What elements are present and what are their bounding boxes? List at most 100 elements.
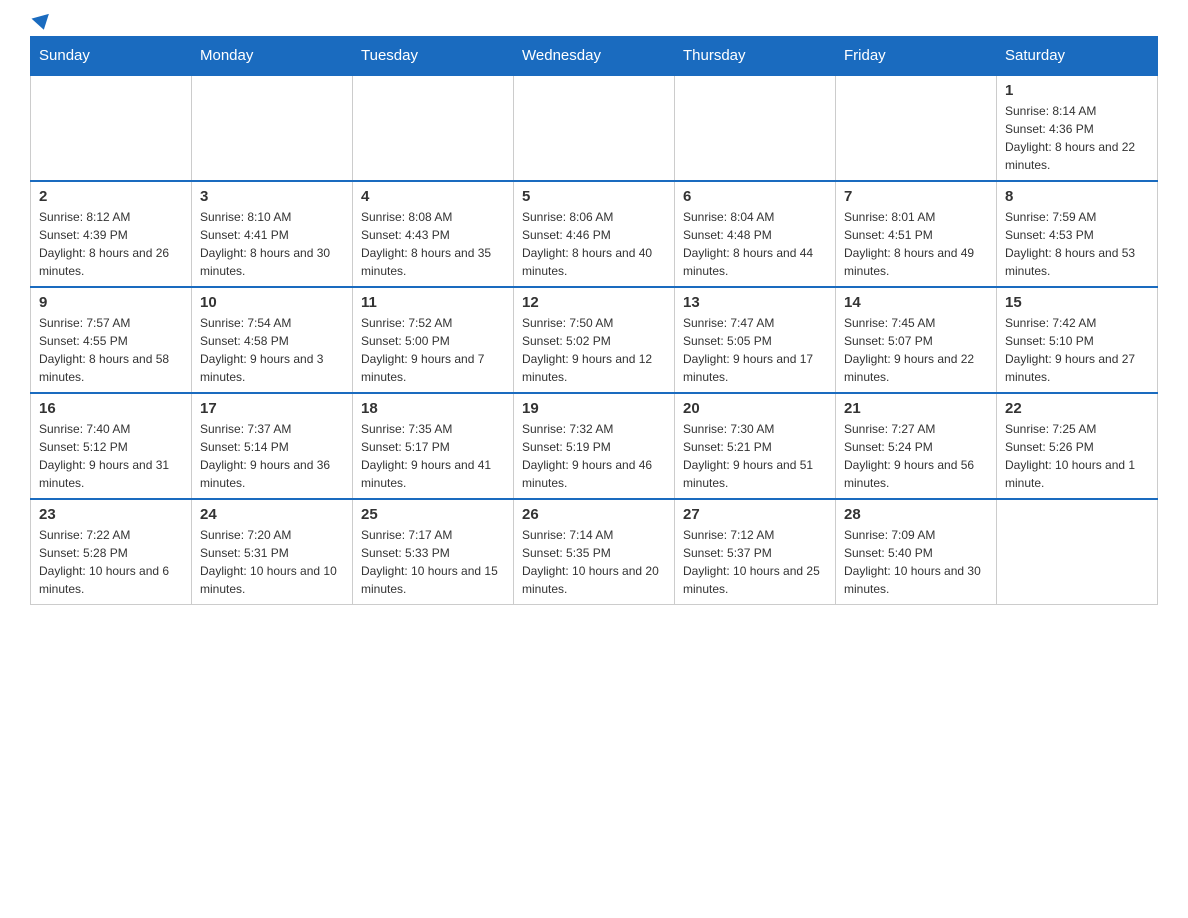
- day-info: Sunrise: 7:27 AMSunset: 5:24 PMDaylight:…: [844, 420, 988, 492]
- day-number: 18: [361, 400, 505, 417]
- day-info: Sunrise: 7:25 AMSunset: 5:26 PMDaylight:…: [1005, 420, 1149, 492]
- day-number: 14: [844, 294, 988, 311]
- day-number: 6: [683, 188, 827, 205]
- day-info: Sunrise: 7:17 AMSunset: 5:33 PMDaylight:…: [361, 526, 505, 598]
- calendar-cell: 1 Sunrise: 8:14 AMSunset: 4:36 PMDaylight…: [997, 75, 1158, 181]
- calendar-cell: 13 Sunrise: 7:47 AMSunset: 5:05 PMDayligh…: [675, 287, 836, 393]
- calendar-cell: 26Sunrise: 7:14 AMSunset: 5:35 PMDayligh…: [514, 499, 675, 605]
- day-info: Sunrise: 8:06 AMSunset: 4:46 PMDaylight:…: [522, 208, 666, 280]
- day-number: 11: [361, 294, 505, 311]
- day-info: Sunrise: 7:09 AMSunset: 5:40 PMDaylight:…: [844, 526, 988, 598]
- day-number: 5: [522, 188, 666, 205]
- day-info: Sunrise: 8:04 AMSunset: 4:48 PMDaylight:…: [683, 208, 827, 280]
- calendar-cell: 9 Sunrise: 7:57 AMSunset: 4:55 PMDaylight…: [31, 287, 192, 393]
- day-info: Sunrise: 7:40 AMSunset: 5:12 PMDaylight:…: [39, 420, 183, 492]
- calendar-cell: 11 Sunrise: 7:52 AMSunset: 5:00 PMDayligh…: [353, 287, 514, 393]
- day-info: Sunrise: 8:08 AMSunset: 4:43 PMDaylight:…: [361, 208, 505, 280]
- day-number: 15: [1005, 294, 1149, 311]
- logo-triangle-icon: [31, 14, 52, 32]
- day-info: Sunrise: 7:37 AMSunset: 5:14 PMDaylight:…: [200, 420, 344, 492]
- day-info: Sunrise: 8:01 AMSunset: 4:51 PMDaylight:…: [844, 208, 988, 280]
- day-number: 25: [361, 506, 505, 523]
- calendar-cell: 23 Sunrise: 7:22 AMSunset: 5:28 PMDayligh…: [31, 499, 192, 605]
- calendar-cell: 8 Sunrise: 7:59 AMSunset: 4:53 PMDaylight…: [997, 181, 1158, 287]
- day-number: 12: [522, 294, 666, 311]
- calendar-cell: 14 Sunrise: 7:45 AMSunset: 5:07 PMDayligh…: [836, 287, 997, 393]
- calendar-table: SundayMondayTuesdayWednesdayThursdayFrid…: [30, 36, 1158, 605]
- day-info: Sunrise: 7:59 AMSunset: 4:53 PMDaylight:…: [1005, 208, 1149, 280]
- calendar-cell: 3 Sunrise: 8:10 AMSunset: 4:41 PMDaylight…: [192, 181, 353, 287]
- day-number: 2: [39, 188, 183, 205]
- calendar-cell: 28Sunrise: 7:09 AMSunset: 5:40 PMDayligh…: [836, 499, 997, 605]
- header-sunday: Sunday: [31, 37, 192, 76]
- day-info: Sunrise: 7:35 AMSunset: 5:17 PMDaylight:…: [361, 420, 505, 492]
- calendar-cell: 12 Sunrise: 7:50 AMSunset: 5:02 PMDayligh…: [514, 287, 675, 393]
- calendar-cell: 19 Sunrise: 7:32 AMSunset: 5:19 PMDayligh…: [514, 393, 675, 499]
- day-number: 26: [522, 506, 666, 523]
- day-info: Sunrise: 7:42 AMSunset: 5:10 PMDaylight:…: [1005, 314, 1149, 386]
- day-info: Sunrise: 7:50 AMSunset: 5:02 PMDaylight:…: [522, 314, 666, 386]
- calendar-cell: 22 Sunrise: 7:25 AMSunset: 5:26 PMDayligh…: [997, 393, 1158, 499]
- day-number: 22: [1005, 400, 1149, 417]
- day-info: Sunrise: 7:12 AMSunset: 5:37 PMDaylight:…: [683, 526, 827, 598]
- day-number: 19: [522, 400, 666, 417]
- calendar-cell: [997, 499, 1158, 605]
- logo: [30, 20, 51, 26]
- calendar-cell: 21 Sunrise: 7:27 AMSunset: 5:24 PMDayligh…: [836, 393, 997, 499]
- calendar-cell: 25 Sunrise: 7:17 AMSunset: 5:33 PMDayligh…: [353, 499, 514, 605]
- calendar-cell: 6 Sunrise: 8:04 AMSunset: 4:48 PMDaylight…: [675, 181, 836, 287]
- day-number: 16: [39, 400, 183, 417]
- calendar-week-row: 2 Sunrise: 8:12 AMSunset: 4:39 PMDaylight…: [31, 181, 1158, 287]
- day-number: 13: [683, 294, 827, 311]
- calendar-header-row: SundayMondayTuesdayWednesdayThursdayFrid…: [31, 37, 1158, 76]
- day-info: Sunrise: 7:52 AMSunset: 5:00 PMDaylight:…: [361, 314, 505, 386]
- calendar-week-row: 23 Sunrise: 7:22 AMSunset: 5:28 PMDayligh…: [31, 499, 1158, 605]
- day-info: Sunrise: 7:30 AMSunset: 5:21 PMDaylight:…: [683, 420, 827, 492]
- day-number: 1: [1005, 82, 1149, 99]
- day-info: Sunrise: 7:22 AMSunset: 5:28 PMDaylight:…: [39, 526, 183, 598]
- header-saturday: Saturday: [997, 37, 1158, 76]
- calendar-cell: [353, 75, 514, 181]
- header-wednesday: Wednesday: [514, 37, 675, 76]
- day-number: 8: [1005, 188, 1149, 205]
- calendar-cell: [675, 75, 836, 181]
- day-info: Sunrise: 7:47 AMSunset: 5:05 PMDaylight:…: [683, 314, 827, 386]
- day-number: 17: [200, 400, 344, 417]
- calendar-cell: [836, 75, 997, 181]
- day-number: 7: [844, 188, 988, 205]
- day-number: 10: [200, 294, 344, 311]
- day-number: 4: [361, 188, 505, 205]
- day-number: 27: [683, 506, 827, 523]
- day-info: Sunrise: 8:10 AMSunset: 4:41 PMDaylight:…: [200, 208, 344, 280]
- day-number: 20: [683, 400, 827, 417]
- day-info: Sunrise: 8:12 AMSunset: 4:39 PMDaylight:…: [39, 208, 183, 280]
- day-number: 23: [39, 506, 183, 523]
- day-number: 21: [844, 400, 988, 417]
- calendar-cell: [192, 75, 353, 181]
- calendar-cell: 16 Sunrise: 7:40 AMSunset: 5:12 PMDayligh…: [31, 393, 192, 499]
- calendar-cell: 10Sunrise: 7:54 AMSunset: 4:58 PMDayligh…: [192, 287, 353, 393]
- day-number: 3: [200, 188, 344, 205]
- header-friday: Friday: [836, 37, 997, 76]
- calendar-cell: 4 Sunrise: 8:08 AMSunset: 4:43 PMDaylight…: [353, 181, 514, 287]
- calendar-cell: [514, 75, 675, 181]
- calendar-cell: 18 Sunrise: 7:35 AMSunset: 5:17 PMDayligh…: [353, 393, 514, 499]
- day-info: Sunrise: 7:32 AMSunset: 5:19 PMDaylight:…: [522, 420, 666, 492]
- calendar-cell: [31, 75, 192, 181]
- day-number: 24: [200, 506, 344, 523]
- calendar-cell: 24 Sunrise: 7:20 AMSunset: 5:31 PMDayligh…: [192, 499, 353, 605]
- calendar-cell: 15 Sunrise: 7:42 AMSunset: 5:10 PMDayligh…: [997, 287, 1158, 393]
- header-tuesday: Tuesday: [353, 37, 514, 76]
- calendar-cell: 20 Sunrise: 7:30 AMSunset: 5:21 PMDayligh…: [675, 393, 836, 499]
- calendar-cell: 5 Sunrise: 8:06 AMSunset: 4:46 PMDaylight…: [514, 181, 675, 287]
- day-info: Sunrise: 7:57 AMSunset: 4:55 PMDaylight:…: [39, 314, 183, 386]
- day-info: Sunrise: 8:14 AMSunset: 4:36 PMDaylight:…: [1005, 102, 1149, 174]
- day-info: Sunrise: 7:20 AMSunset: 5:31 PMDaylight:…: [200, 526, 344, 598]
- calendar-cell: 7 Sunrise: 8:01 AMSunset: 4:51 PMDaylight…: [836, 181, 997, 287]
- day-number: 9: [39, 294, 183, 311]
- calendar-cell: 2 Sunrise: 8:12 AMSunset: 4:39 PMDaylight…: [31, 181, 192, 287]
- calendar-week-row: 16 Sunrise: 7:40 AMSunset: 5:12 PMDayligh…: [31, 393, 1158, 499]
- header-thursday: Thursday: [675, 37, 836, 76]
- page-header: [30, 20, 1158, 26]
- day-info: Sunrise: 7:45 AMSunset: 5:07 PMDaylight:…: [844, 314, 988, 386]
